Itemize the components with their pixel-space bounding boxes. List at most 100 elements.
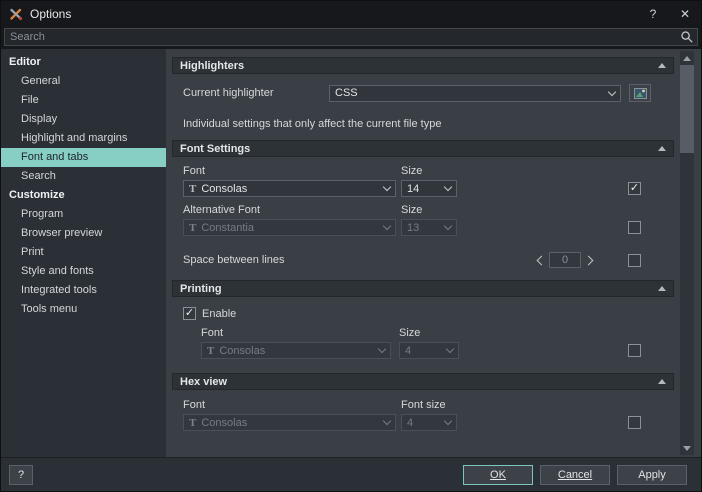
ok-button[interactable]: OK bbox=[463, 465, 533, 485]
scroll-down-button[interactable] bbox=[680, 441, 694, 455]
font-select[interactable]: T Consolas bbox=[183, 180, 396, 197]
section-title: Printing bbox=[180, 283, 222, 295]
chevron-down-icon bbox=[608, 87, 616, 95]
current-highlighter-label: Current highlighter bbox=[183, 87, 329, 99]
sidebar-group-customize: Customize bbox=[1, 186, 166, 205]
space-between-lines-value: 0 bbox=[549, 252, 581, 268]
sidebar-item-highlight-and-margins[interactable]: Highlight and margins bbox=[1, 129, 166, 148]
alternative-font-size-select[interactable]: 13 bbox=[401, 219, 457, 236]
section-title: Hex view bbox=[180, 376, 227, 388]
truetype-font-icon: T bbox=[189, 183, 196, 195]
titlebar: Options ? ✕ bbox=[1, 1, 701, 27]
chevron-down-icon bbox=[446, 345, 454, 353]
chevron-down-icon bbox=[444, 417, 452, 425]
space-between-lines-stepper: 0 bbox=[531, 252, 599, 268]
truetype-font-icon: T bbox=[189, 417, 196, 429]
alternative-font-size-value: 13 bbox=[407, 222, 419, 234]
section-title: Highlighters bbox=[180, 60, 244, 72]
window-title: Options bbox=[30, 7, 71, 21]
chevron-left-icon bbox=[537, 255, 547, 265]
section-header-font-settings[interactable]: Font Settings bbox=[172, 140, 674, 157]
options-dialog: Options ? ✕ Editor General File Display … bbox=[0, 0, 702, 492]
alternative-font-value: Constantia bbox=[201, 222, 254, 234]
printing-size-label: Size bbox=[399, 327, 420, 339]
chevron-down-icon bbox=[383, 417, 391, 425]
highlighter-image-icon bbox=[634, 88, 647, 99]
chevron-down-icon bbox=[378, 345, 386, 353]
sidebar-group-editor: Editor bbox=[1, 53, 166, 72]
stepper-increase-button[interactable] bbox=[581, 252, 599, 268]
hex-font-size-value: 4 bbox=[407, 417, 413, 429]
footer-help-button[interactable]: ? bbox=[9, 465, 33, 485]
collapse-icon[interactable] bbox=[658, 63, 666, 68]
dialog-footer: ? OK Cancel Apply bbox=[1, 457, 701, 491]
titlebar-help-button[interactable]: ? bbox=[637, 1, 669, 27]
alternative-font-override-checkbox[interactable] bbox=[628, 221, 641, 234]
alternative-font-label: Alternative Font bbox=[183, 204, 401, 216]
space-override-checkbox[interactable] bbox=[628, 254, 641, 267]
cancel-button[interactable]: Cancel bbox=[540, 465, 610, 485]
section-header-hex-view[interactable]: Hex view bbox=[172, 373, 674, 390]
printing-override-checkbox[interactable] bbox=[628, 344, 641, 357]
collapse-icon[interactable] bbox=[658, 286, 666, 291]
sidebar-item-print[interactable]: Print bbox=[1, 243, 166, 262]
hex-override-checkbox[interactable] bbox=[628, 416, 641, 429]
printing-enable-checkbox[interactable] bbox=[183, 307, 196, 320]
sidebar-item-file[interactable]: File bbox=[1, 91, 166, 110]
vertical-scrollbar[interactable] bbox=[680, 51, 694, 455]
stepper-decrease-button[interactable] bbox=[531, 252, 549, 268]
hex-font-size-select[interactable]: 4 bbox=[401, 414, 457, 431]
arrow-down-icon bbox=[683, 446, 691, 451]
font-size-value: 14 bbox=[407, 183, 419, 195]
collapse-icon[interactable] bbox=[658, 379, 666, 384]
sidebar-item-display[interactable]: Display bbox=[1, 110, 166, 129]
search-icon[interactable] bbox=[680, 30, 694, 44]
hex-font-label: Font bbox=[183, 399, 401, 411]
section-title: Font Settings bbox=[180, 143, 250, 155]
sidebar-item-style-and-fonts[interactable]: Style and fonts bbox=[1, 262, 166, 281]
printing-font-select[interactable]: T Consolas bbox=[201, 342, 391, 359]
sidebar-item-font-and-tabs[interactable]: Font and tabs bbox=[1, 148, 166, 167]
collapse-icon[interactable] bbox=[658, 146, 666, 151]
space-between-lines-label: Space between lines bbox=[183, 254, 285, 266]
sidebar: Editor General File Display Highlight an… bbox=[1, 49, 166, 457]
alternative-font-select[interactable]: T Constantia bbox=[183, 219, 396, 236]
highlighter-settings-button[interactable] bbox=[629, 84, 651, 102]
search-bar bbox=[1, 27, 701, 49]
scroll-up-button[interactable] bbox=[680, 51, 694, 65]
alt-size-label: Size bbox=[401, 204, 422, 216]
font-override-checkbox[interactable] bbox=[628, 182, 641, 195]
font-size-select[interactable]: 14 bbox=[401, 180, 457, 197]
sidebar-item-general[interactable]: General bbox=[1, 72, 166, 91]
highlighters-note: Individual settings that only affect the… bbox=[183, 118, 674, 130]
font-label: Font bbox=[183, 165, 401, 177]
printing-enable-label: Enable bbox=[202, 308, 236, 320]
chevron-down-icon bbox=[444, 222, 452, 230]
settings-panel: Highlighters Current highlighter CSS bbox=[166, 49, 680, 457]
hex-font-select[interactable]: T Consolas bbox=[183, 414, 396, 431]
sidebar-item-program[interactable]: Program bbox=[1, 205, 166, 224]
scrollbar-thumb[interactable] bbox=[680, 65, 694, 153]
font-value: Consolas bbox=[201, 183, 247, 195]
truetype-font-icon: T bbox=[189, 222, 196, 234]
current-highlighter-value: CSS bbox=[335, 87, 358, 99]
printing-font-size-select[interactable]: 4 bbox=[399, 342, 459, 359]
tools-icon bbox=[9, 7, 23, 21]
search-input[interactable] bbox=[4, 28, 698, 46]
current-highlighter-select[interactable]: CSS bbox=[329, 85, 621, 102]
sidebar-item-tools-menu[interactable]: Tools menu bbox=[1, 300, 166, 319]
sidebar-item-integrated-tools[interactable]: Integrated tools bbox=[1, 281, 166, 300]
sidebar-item-browser-preview[interactable]: Browser preview bbox=[1, 224, 166, 243]
apply-button[interactable]: Apply bbox=[617, 465, 687, 485]
printing-font-size-value: 4 bbox=[405, 345, 411, 357]
chevron-down-icon bbox=[383, 222, 391, 230]
section-header-highlighters[interactable]: Highlighters bbox=[172, 57, 674, 74]
sidebar-item-search[interactable]: Search bbox=[1, 167, 166, 186]
close-button[interactable]: ✕ bbox=[669, 1, 701, 27]
chevron-down-icon bbox=[444, 183, 452, 191]
chevron-down-icon bbox=[383, 183, 391, 191]
printing-font-value: Consolas bbox=[219, 345, 265, 357]
section-header-printing[interactable]: Printing bbox=[172, 280, 674, 297]
truetype-font-icon: T bbox=[207, 345, 214, 357]
chevron-right-icon bbox=[584, 255, 594, 265]
